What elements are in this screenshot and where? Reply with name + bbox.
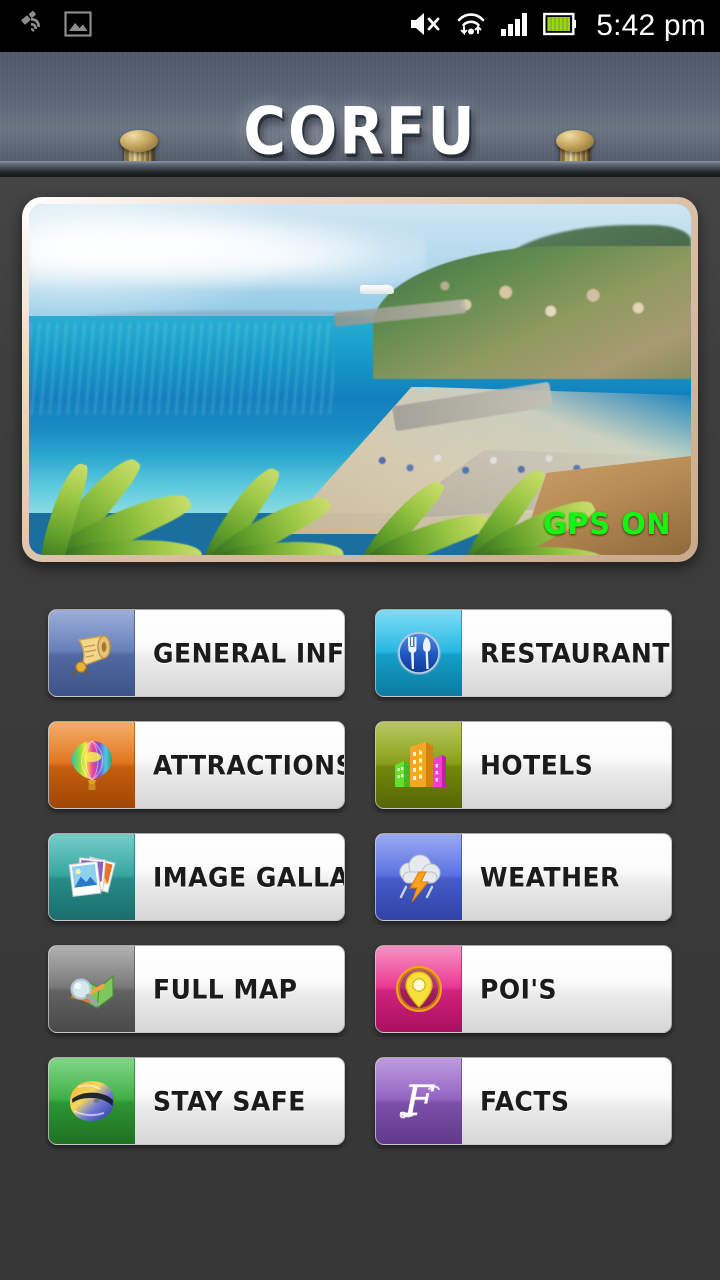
menu-button-label: STAY SAFE	[153, 1085, 306, 1117]
volume-muted-icon	[408, 10, 442, 43]
main-content: GPS ON GENERAL INFO	[0, 177, 720, 1280]
menu-button-stay-safe[interactable]: STAY SAFE	[48, 1057, 345, 1145]
menu-button-image-gallary[interactable]: IMAGE GALLARY	[48, 833, 345, 921]
script-f-icon: F	[376, 1058, 462, 1144]
menu-button-restaurants[interactable]: RESTAURANTS	[375, 609, 672, 697]
status-bar: 5:42 pm	[0, 0, 720, 52]
gps-satellite-icon	[18, 9, 48, 44]
menu-button-weather[interactable]: WEATHER	[375, 833, 672, 921]
menu-button-label: ATTRACTIONS	[153, 749, 345, 781]
page-title: CORFU	[243, 92, 477, 170]
header-shelf	[0, 161, 720, 177]
menu-button-label: HOTELS	[480, 749, 594, 781]
storm-cloud-icon	[376, 834, 462, 920]
menu-button-label: POI'S	[480, 973, 558, 1005]
menu-button-attractions[interactable]: ATTRACTIONS	[48, 721, 345, 809]
menu-button-hotels[interactable]: HOTELS	[375, 721, 672, 809]
scroll-document-icon	[49, 610, 135, 696]
menu-button-label: GENERAL INFO	[153, 637, 345, 669]
buildings-icon	[376, 722, 462, 808]
helmet-icon	[49, 1058, 135, 1144]
map-magnifier-icon	[49, 946, 135, 1032]
gps-status-badge: GPS ON	[543, 507, 671, 541]
status-clock: 5:42 pm	[596, 9, 706, 42]
menu-button-label: FACTS	[480, 1085, 570, 1117]
fork-knife-icon	[376, 610, 462, 696]
menu-button-label: IMAGE GALLARY	[153, 861, 344, 893]
wifi-icon	[455, 10, 487, 43]
app-header: CORFU	[0, 52, 720, 177]
menu-button-pois[interactable]: POI'S	[375, 945, 672, 1033]
photo-stack-icon	[49, 834, 135, 920]
map-pin-icon	[376, 946, 462, 1032]
menu-button-facts[interactable]: F FACTS	[375, 1057, 672, 1145]
menu-grid: GENERAL INFO	[0, 609, 720, 1145]
battery-icon	[543, 11, 577, 42]
menu-button-label: WEATHER	[480, 861, 620, 893]
menu-button-label: FULL MAP	[153, 973, 298, 1005]
svg-text:F: F	[403, 1076, 435, 1125]
cellular-signal-icon	[500, 10, 530, 43]
hero-image-card[interactable]: GPS ON	[22, 197, 698, 562]
menu-button-label: RESTAURANTS	[480, 637, 672, 669]
menu-button-general-info[interactable]: GENERAL INFO	[48, 609, 345, 697]
hot-air-balloon-icon	[49, 722, 135, 808]
menu-button-full-map[interactable]: FULL MAP	[48, 945, 345, 1033]
screenshot-image-icon	[64, 10, 92, 42]
hero-photo: GPS ON	[29, 204, 691, 555]
